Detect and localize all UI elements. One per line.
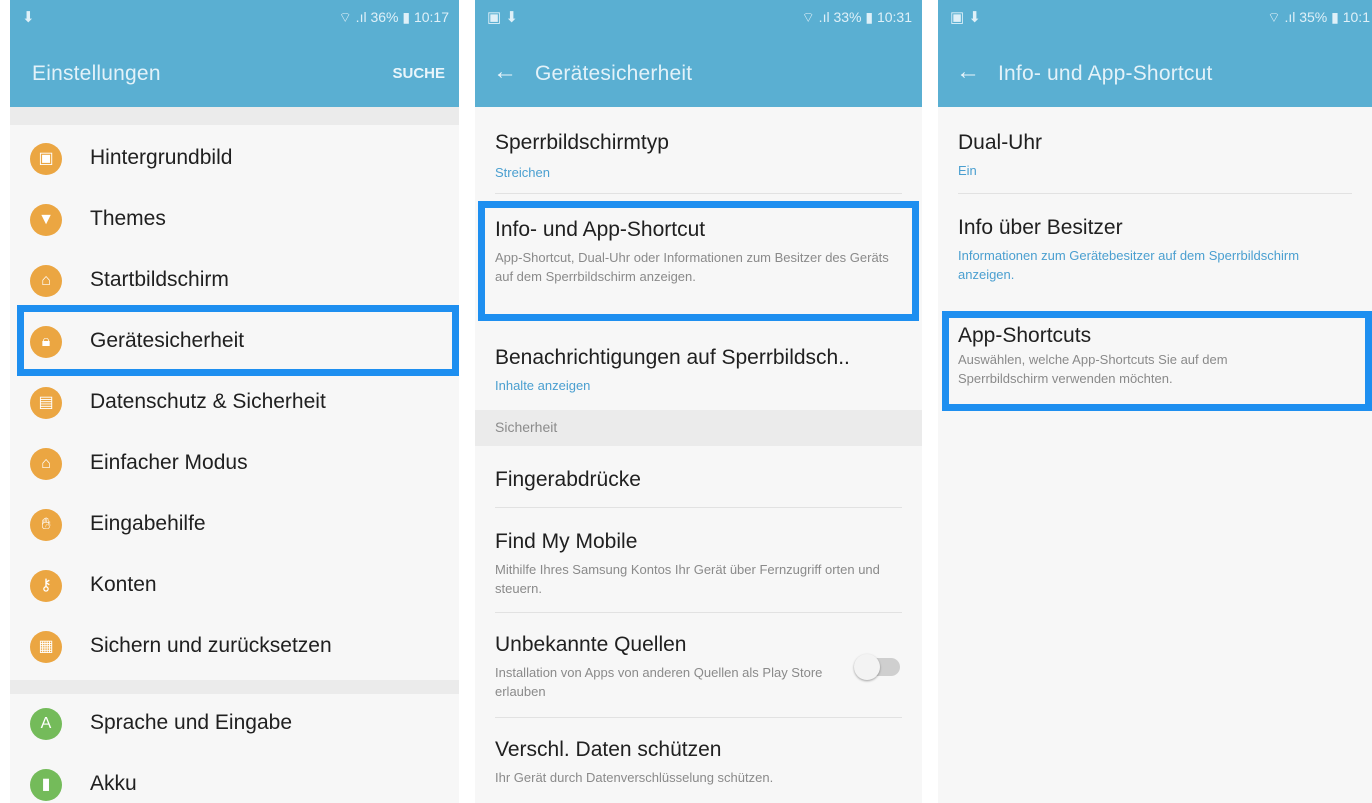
settings-item-eingabehilfe[interactable]: ✋︎ Eingabehilfe	[10, 495, 459, 555]
settings-item-label: Sichern und zurücksetzen	[90, 634, 332, 657]
list-item-lockscreen-notifications[interactable]: Benachrichtigungen auf Sperrbildsch.. In…	[475, 322, 922, 408]
item-subtitle: Auswählen, welche App-Shortcuts Sie auf …	[958, 352, 1228, 386]
toggle-knob	[854, 654, 880, 680]
wallpaper-icon: ▣	[30, 143, 62, 175]
back-arrow-icon[interactable]: ←	[956, 58, 980, 86]
settings-item-akku[interactable]: ▮ Akku	[10, 755, 459, 803]
item-title: Info über Besitzer	[958, 216, 1123, 239]
item-title: Dual-Uhr	[958, 131, 1043, 154]
item-subtitle: Inhalte anzeigen	[495, 378, 591, 393]
list-item-app-shortcuts[interactable]: App-Shortcuts Auswählen, welche App-Shor…	[938, 310, 1372, 410]
settings-item-datenschutz[interactable]: ▤ Datenschutz & Sicherheit	[10, 373, 459, 433]
settings-item-hintergrundbild[interactable]: ▣ Hintergrundbild	[10, 129, 459, 189]
list-item-lockscreen-type[interactable]: Sperrbildschirmtyp Streichen	[475, 107, 922, 193]
hand-icon: ✋︎	[30, 509, 62, 541]
item-subtitle: Mithilfe Ihres Samsung Kontos Ihr Gerät …	[495, 562, 880, 596]
app-bar: Einstellungen SUCHE	[10, 34, 459, 107]
list-item-dual-clock[interactable]: Dual-Uhr Ein	[938, 107, 1372, 193]
settings-item-sprache[interactable]: A Sprache und Eingabe	[10, 694, 459, 754]
item-subtitle: Installation von Apps von anderen Quelle…	[495, 665, 823, 699]
download-icon: ⬇	[22, 9, 35, 26]
item-title: Verschl. Daten schützen	[495, 738, 722, 761]
item-title: Unbekannte Quellen	[495, 633, 687, 656]
item-title: Benachrichtigungen auf Sperrbildsch..	[495, 346, 850, 369]
item-subtitle: App-Shortcut, Dual-Uhr oder Informatione…	[495, 250, 889, 284]
battery-icon: ▮	[30, 769, 62, 801]
item-title: App-Shortcuts	[958, 324, 1092, 347]
list-item-owner-info[interactable]: Info über Besitzer Informationen zum Ger…	[938, 194, 1372, 306]
lock-icon: 🔒︎	[30, 326, 62, 358]
settings-item-label: Gerätesicherheit	[90, 329, 245, 352]
easy-mode-icon: ⌂	[30, 448, 62, 480]
backup-icon: ▦	[30, 631, 62, 663]
item-subtitle: Streichen	[495, 165, 550, 180]
unknown-sources-toggle[interactable]	[854, 654, 900, 680]
section-label: Sicherheit	[495, 419, 558, 435]
settings-item-label: Akku	[90, 772, 137, 795]
settings-item-konten[interactable]: ⚷ Konten	[10, 556, 459, 616]
info-app-shortcut-panel: ▣ ⬇ ⌔ .ıl 35% ▮ 10:1 ← Info- und App-Sho…	[938, 0, 1372, 803]
settings-item-label: Konten	[90, 573, 157, 596]
settings-item-einfacher-modus[interactable]: ⌂ Einfacher Modus	[10, 434, 459, 494]
settings-item-label: Startbildschirm	[90, 268, 229, 291]
status-bar: ▣ ⬇ ⌔ .ıl 35% ▮ 10:1	[938, 0, 1372, 34]
settings-item-label: Eingabehilfe	[90, 512, 206, 535]
list-item-info-app-shortcut[interactable]: Info- und App-Shortcut App-Shortcut, Dua…	[475, 194, 922, 322]
settings-item-label: Hintergrundbild	[90, 146, 233, 169]
list-item-encrypt-data[interactable]: Verschl. Daten schützen Ihr Gerät durch …	[475, 718, 922, 803]
settings-item-startbildschirm[interactable]: ⌂ Startbildschirm	[10, 251, 459, 311]
status-indicators: ⌔ .ıl 36% ▮ 10:17	[338, 9, 449, 25]
settings-item-sichern[interactable]: ▦ Sichern und zurücksetzen	[10, 617, 459, 677]
search-button[interactable]: SUCHE	[392, 65, 445, 82]
language-icon: A	[30, 708, 62, 740]
status-bar: ▣ ⬇ ⌔ .ıl 33% ▮ 10:31	[475, 0, 922, 34]
notification-icons: ▣ ⬇	[487, 9, 518, 26]
key-icon: ⚷	[30, 570, 62, 602]
status-indicators: ⌔ .ıl 33% ▮ 10:31	[801, 9, 912, 25]
item-title: Find My Mobile	[495, 530, 638, 553]
settings-panel: ⬇ ⌔ .ıl 36% ▮ 10:17 Einstellungen SUCHE …	[10, 0, 459, 803]
section-spacer	[10, 680, 459, 694]
settings-item-label: Themes	[90, 207, 166, 230]
settings-item-label: Datenschutz & Sicherheit	[90, 390, 326, 413]
page-title: Info- und App-Shortcut	[998, 62, 1213, 85]
page-title: Gerätesicherheit	[535, 62, 693, 85]
list-top-spacer	[10, 107, 459, 125]
item-subtitle: Informationen zum Gerätebesitzer auf dem…	[958, 248, 1300, 282]
status-bar: ⬇ ⌔ .ıl 36% ▮ 10:17	[10, 0, 459, 34]
settings-item-label: Sprache und Eingabe	[90, 711, 292, 734]
status-indicators: ⌔ .ıl 35% ▮ 10:1	[1267, 9, 1370, 25]
back-arrow-icon[interactable]: ←	[493, 58, 517, 86]
device-security-panel: ▣ ⬇ ⌔ .ıl 33% ▮ 10:31 ← Gerätesicherheit…	[475, 0, 922, 803]
item-title: Info- und App-Shortcut	[495, 218, 706, 241]
notification-icons: ▣ ⬇	[950, 9, 981, 26]
list-item-unknown-sources[interactable]: Unbekannte Quellen Installation von Apps…	[475, 613, 922, 717]
page-title: Einstellungen	[32, 62, 161, 85]
settings-item-geraetesicherheit[interactable]: 🔒︎ Gerätesicherheit	[10, 312, 459, 372]
home-icon: ⌂	[30, 265, 62, 297]
list-item-fingerprints[interactable]: Fingerabdrücke	[475, 446, 922, 506]
app-bar: ← Info- und App-Shortcut	[938, 34, 1372, 107]
settings-item-themes[interactable]: ▼ Themes	[10, 190, 459, 250]
brush-icon: ▼	[30, 204, 62, 236]
item-title: Sperrbildschirmtyp	[495, 131, 669, 154]
settings-item-label: Einfacher Modus	[90, 451, 248, 474]
app-bar: ← Gerätesicherheit	[475, 34, 922, 107]
item-subtitle: Ihr Gerät durch Datenverschlüsselung sch…	[495, 770, 774, 785]
item-title: Fingerabdrücke	[495, 468, 641, 491]
privacy-icon: ▤	[30, 387, 62, 419]
item-subtitle: Ein	[958, 163, 977, 178]
section-header: Sicherheit	[475, 410, 922, 446]
list-item-find-my-mobile[interactable]: Find My Mobile Mithilfe Ihres Samsung Ko…	[475, 508, 922, 612]
